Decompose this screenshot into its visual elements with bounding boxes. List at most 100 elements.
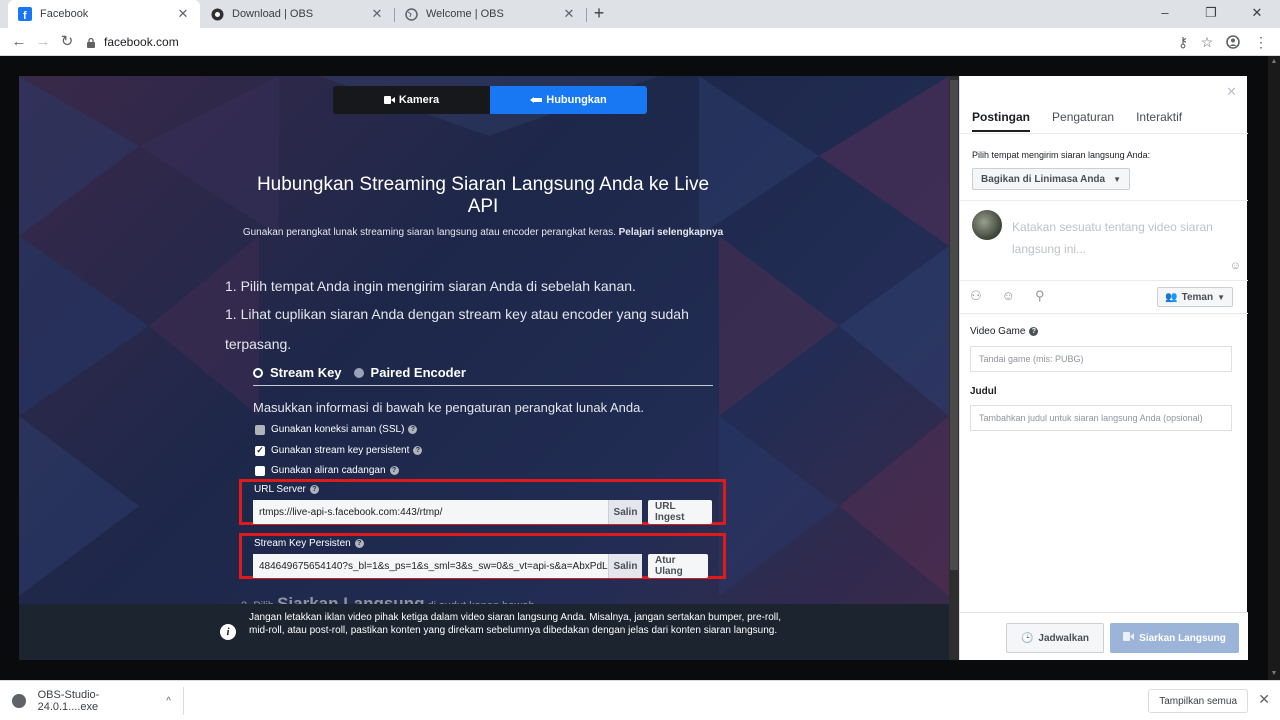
step-1b: 1. Lihat cuplikan siaran Anda dengan str… (225, 306, 689, 322)
stream-key-input[interactable]: 484649675654140?s_bl=1&s_ps=1&s_sml=3&s_… (253, 554, 608, 578)
tab-facebook[interactable]: f Facebook ✕ (8, 0, 200, 28)
video-game-heading: Video Game ? (970, 326, 1039, 337)
backup-stream-checkbox-label: Gunakan aliran cadangan (271, 465, 386, 476)
globe-favicon-icon (404, 7, 418, 21)
avatar (972, 210, 1002, 240)
reset-stream-key-button[interactable]: Atur Ulang (648, 554, 708, 578)
address-bar[interactable]: facebook.com (86, 31, 1186, 53)
radio-unselected-icon (353, 367, 364, 378)
settings-info-text: Masukkan informasi di bawah ke pengatura… (253, 400, 644, 415)
profile-icon[interactable] (1222, 31, 1244, 53)
tab-download-obs[interactable]: Download | OBS ✕ (200, 0, 394, 28)
source-type-radio-group: Stream Key Paired Encoder (253, 364, 713, 386)
stream-key-section: Stream Key Persisten ? 484649675654140?s… (239, 533, 726, 579)
page-scrollbar[interactable]: ▲ ▼ (1268, 56, 1280, 680)
close-tab-icon[interactable]: ✕ (562, 6, 576, 22)
camera-mode-button[interactable]: Kamera (333, 86, 490, 114)
live-composer: ✕ Postingan Pengaturan Interaktif Pilih … (959, 76, 1248, 660)
destination-value: Bagikan di Linimasa Anda (981, 173, 1106, 185)
stream-key-radio[interactable]: Stream Key (253, 365, 342, 380)
copy-server-url-button[interactable]: Salin (608, 500, 642, 524)
divider (960, 313, 1248, 314)
close-tab-icon[interactable]: ✕ (176, 6, 190, 22)
page-viewport: Kamera Hubungkan Hubungkan Streaming Sia… (0, 56, 1280, 680)
persistent-key-checkbox[interactable]: ✓ Gunakan stream key persistent ? (255, 445, 423, 456)
go-live-button[interactable]: Siarkan Langsung (1110, 623, 1239, 653)
live-setup-panel: Kamera Hubungkan Hubungkan Streaming Sia… (19, 76, 949, 660)
camera-mode-label: Kamera (398, 94, 440, 106)
info-icon: i (220, 624, 236, 640)
scrollbar-thumb[interactable] (950, 80, 958, 570)
restore-icon[interactable]: ❐ (1188, 0, 1234, 28)
tab-interactive[interactable]: Interaktif (1136, 110, 1182, 132)
server-url-input[interactable]: rtmps://live-api-s.facebook.com:443/rtmp… (253, 500, 608, 524)
minimize-icon[interactable]: – (1142, 0, 1188, 28)
ssl-checkbox[interactable]: Gunakan koneksi aman (SSL) ? (255, 424, 418, 435)
close-tab-icon[interactable]: ✕ (370, 6, 384, 22)
tab-settings[interactable]: Pengaturan (1052, 110, 1114, 132)
key-icon[interactable]: ⚷ (1172, 31, 1194, 53)
notice-text: Jangan letakkan iklan video pihak ketiga… (249, 612, 781, 636)
emoji-icon[interactable]: ☺ (1230, 260, 1241, 272)
forward-arrow-icon[interactable]: → (32, 31, 54, 53)
learn-more-link[interactable]: Pelajari selengkapnya (619, 227, 724, 238)
friends-icon: 👥 (1165, 291, 1178, 303)
post-tools: ⚇ ☺ ⚲ (970, 288, 1064, 304)
bookmark-star-icon[interactable]: ☆ (1196, 31, 1218, 53)
browser-menu-icon[interactable]: ⋮ (1250, 31, 1272, 53)
help-icon[interactable]: ? (413, 446, 423, 455)
show-all-downloads-button[interactable]: Tampilkan semua (1148, 689, 1248, 713)
help-icon[interactable]: ? (408, 425, 418, 434)
tab-title: Welcome | OBS (426, 8, 504, 20)
ssl-checkbox-label: Gunakan koneksi aman (SSL) (271, 424, 405, 435)
backup-stream-checkbox[interactable]: Gunakan aliran cadangan ? (255, 465, 399, 476)
stream-key-label: Stream Key (270, 365, 342, 380)
checkbox-unchecked-icon (255, 465, 265, 476)
download-item[interactable]: OBS-Studio-24.0.1....exe ^ (8, 687, 184, 715)
game-tag-input[interactable]: Tandai game (mis: PUBG) (970, 346, 1232, 372)
help-icon[interactable]: ? (389, 466, 399, 475)
tab-welcome-obs[interactable]: Welcome | OBS ✕ (394, 0, 586, 28)
facebook-favicon-icon: f (18, 7, 32, 21)
close-download-bar-icon[interactable]: ✕ (1258, 691, 1270, 708)
close-icon[interactable]: ✕ (1226, 84, 1237, 100)
composer-footer: 🕒 Jadwalkan Siarkan Langsung (960, 612, 1248, 660)
chevron-up-icon[interactable]: ^ (166, 696, 171, 707)
obs-file-icon (12, 694, 26, 708)
connect-mode-button[interactable]: Hubungkan (490, 86, 647, 114)
lock-icon (86, 37, 96, 48)
checkbox-checked-disabled-icon (255, 424, 265, 435)
copy-stream-key-button[interactable]: Salin (608, 554, 642, 578)
tag-people-icon[interactable]: ⚇ (970, 288, 982, 304)
radio-selected-icon (253, 367, 263, 378)
schedule-button[interactable]: 🕒 Jadwalkan (1006, 623, 1104, 653)
panel-scrollbar[interactable] (949, 76, 959, 660)
destination-dropdown[interactable]: Bagikan di Linimasa Anda ▼ (972, 168, 1131, 190)
caret-down-icon: ▼ (1113, 174, 1122, 184)
scroll-down-arrow-icon[interactable]: ▼ (1268, 668, 1280, 680)
connect-plug-icon (530, 96, 543, 104)
feeling-icon[interactable]: ☺ (1002, 288, 1015, 304)
scroll-up-arrow-icon[interactable]: ▲ (1268, 56, 1280, 68)
help-icon[interactable]: ? (309, 485, 319, 494)
help-icon[interactable]: ? (354, 539, 364, 548)
tab-post[interactable]: Postingan (972, 110, 1031, 132)
divider (960, 133, 1248, 134)
window-close-icon[interactable]: ✕ (1234, 0, 1280, 28)
composer-tabs: Postingan Pengaturan Interaktif (972, 110, 1204, 132)
download-bar: OBS-Studio-24.0.1....exe ^ Tampilkan sem… (0, 680, 1280, 720)
mode-switch: Kamera Hubungkan (333, 86, 647, 114)
divider (960, 280, 1248, 281)
audience-selector[interactable]: 👥 Teman ▼ (1157, 287, 1233, 307)
back-arrow-icon[interactable]: ← (8, 31, 30, 53)
tab-separator (586, 8, 587, 22)
title-input[interactable]: Tambahkan judul untuk siaran langsung An… (970, 405, 1232, 431)
location-pin-icon[interactable]: ⚲ (1035, 288, 1045, 304)
new-tab-plus-icon[interactable]: + (588, 3, 610, 25)
stream-key-label-row: Stream Key Persisten ? (254, 538, 364, 549)
reload-icon[interactable]: ↻ (56, 31, 78, 53)
ingest-url-button[interactable]: URL Ingest (648, 500, 712, 524)
help-icon[interactable]: ? (1029, 327, 1039, 336)
paired-encoder-radio[interactable]: Paired Encoder (353, 365, 466, 380)
post-text-input[interactable]: Katakan sesuatu tentang video siaran lan… (1012, 216, 1222, 260)
